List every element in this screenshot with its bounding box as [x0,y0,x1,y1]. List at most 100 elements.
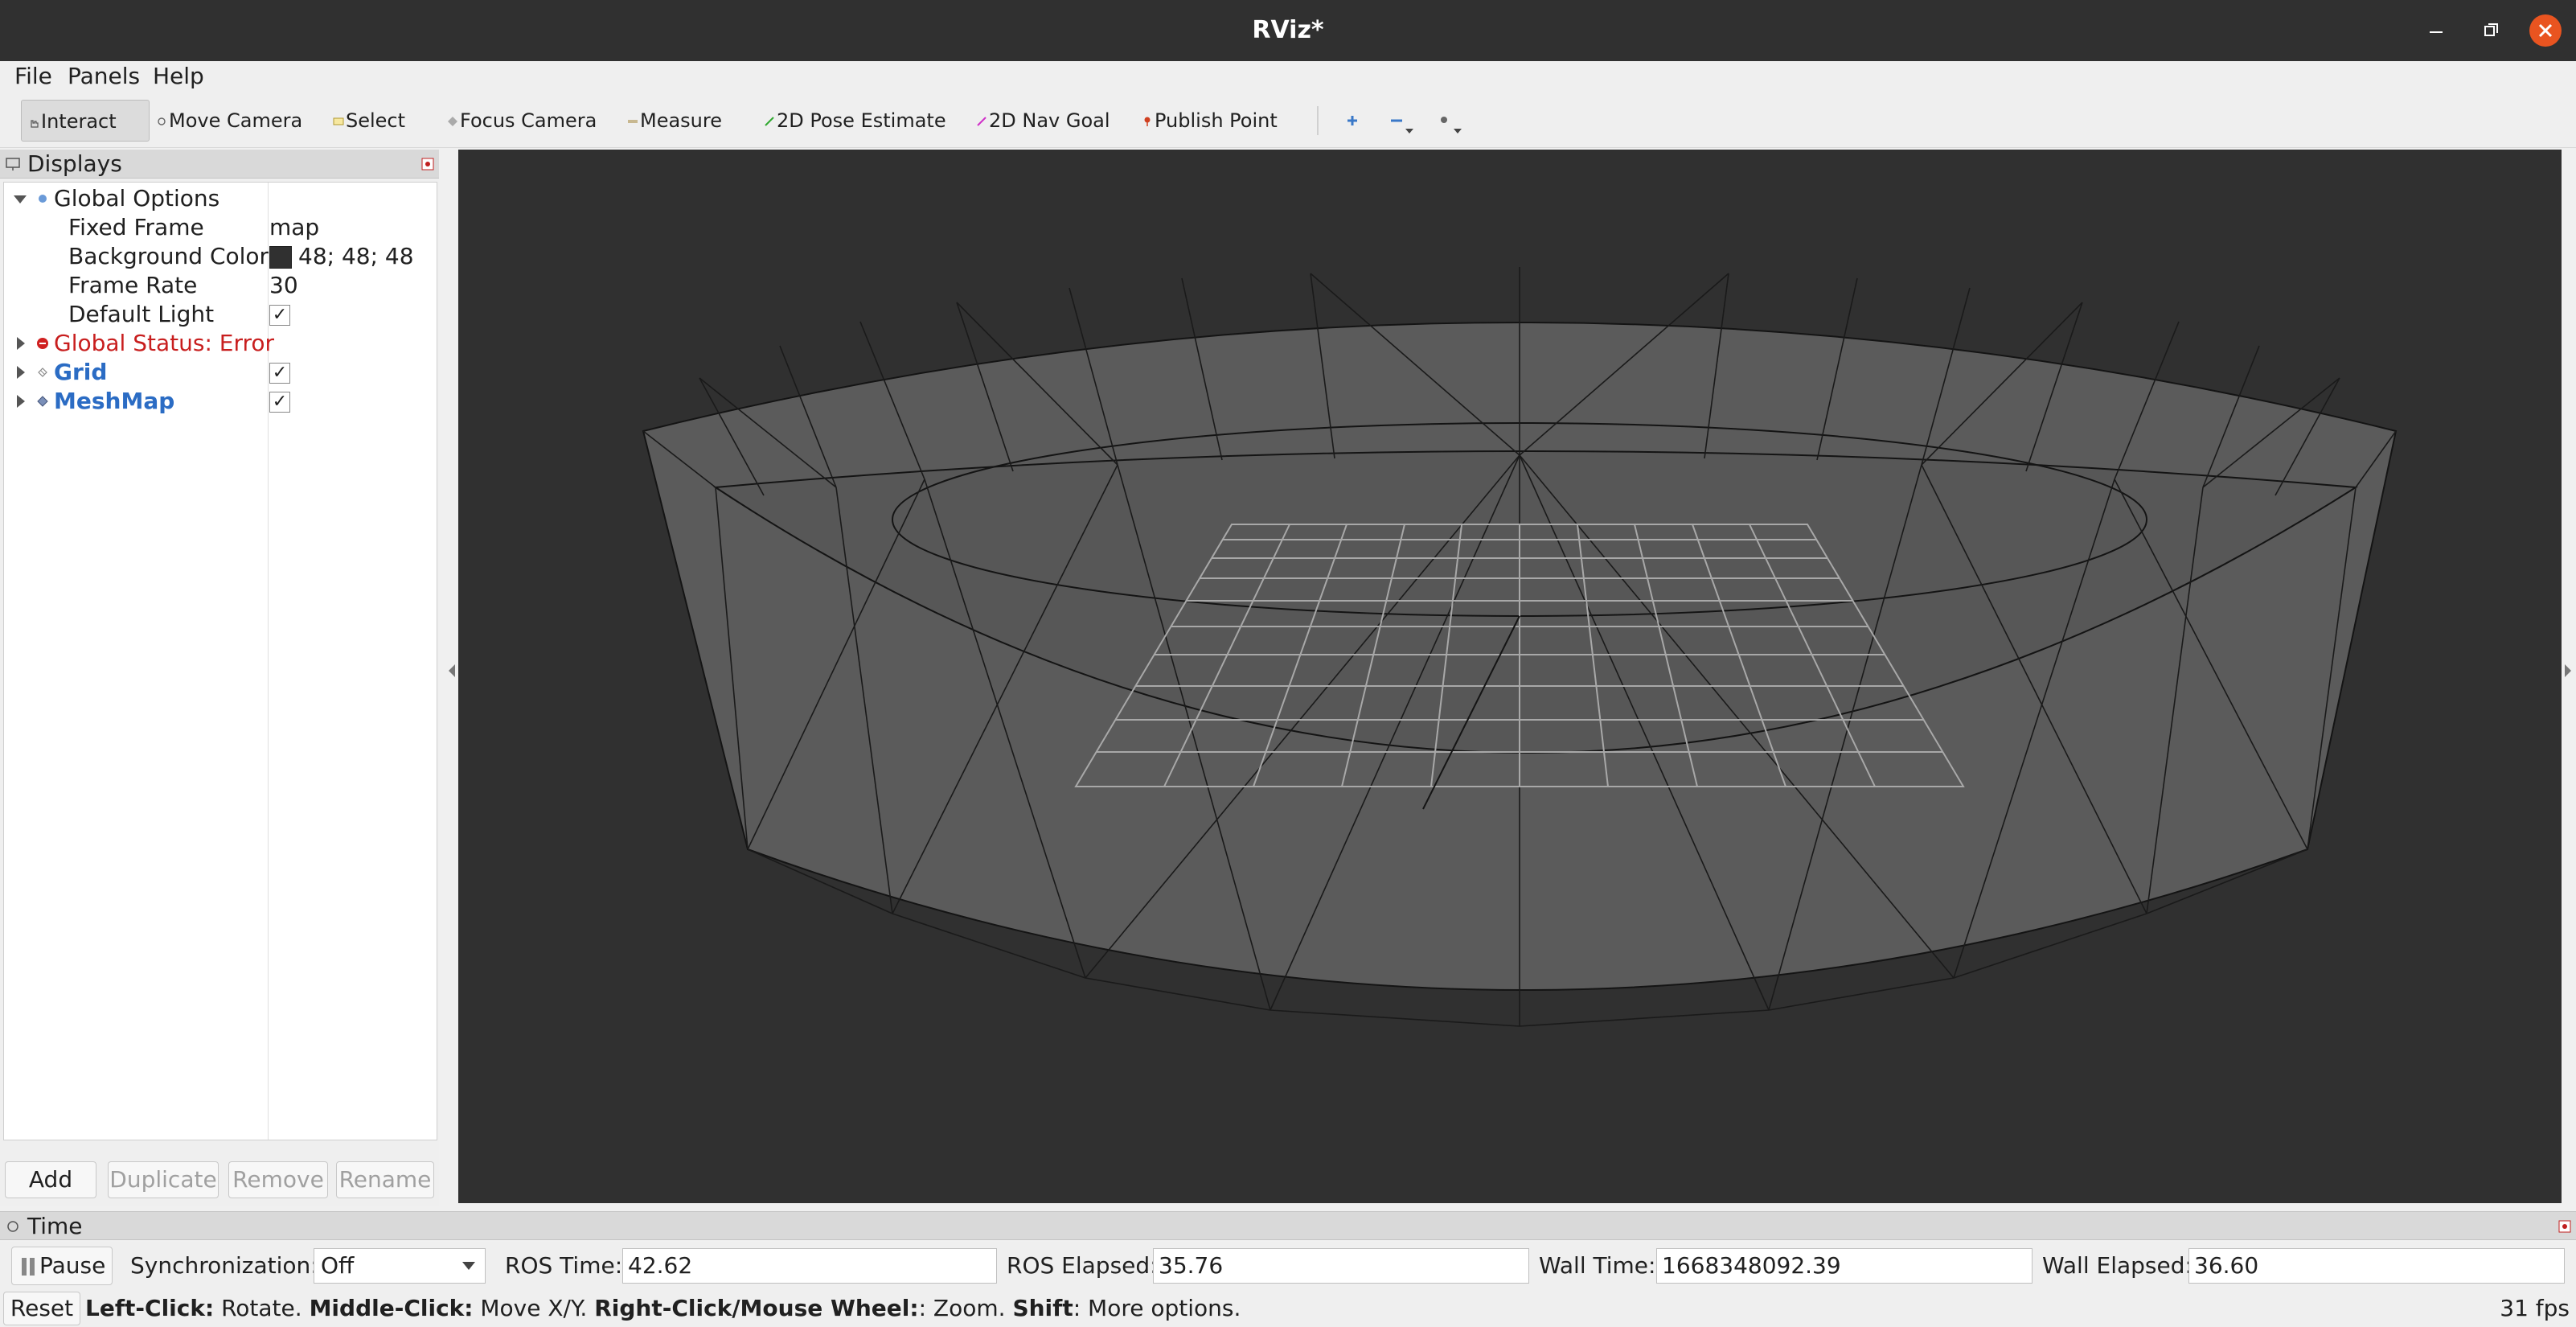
add-tool-button[interactable] [1338,100,1367,142]
focus-camera-label: Focus Camera [460,109,597,132]
hint-left-text: Rotate. [214,1295,310,1321]
expand-arrow-icon[interactable] [17,337,25,350]
default-light-checkbox[interactable]: ✓ [269,305,290,326]
ros-time-field[interactable]: 42.62 [622,1248,997,1284]
mouse-hint-text: Left-Click: Rotate. Middle-Click: Move X… [85,1290,1241,1327]
focus-camera-tool-button[interactable]: Focus Camera [441,100,601,142]
clock-icon [7,1221,18,1232]
measure-label: Measure [640,109,722,132]
global-options-row[interactable]: Global Options [4,184,437,213]
background-color-value[interactable]: 48; 48; 48 [269,242,414,271]
frame-rate-row[interactable]: Frame Rate 30 [4,271,437,300]
nav-goal-tool-button[interactable]: 2D Nav Goal [970,100,1115,142]
hint-middle-key: Middle-Click: [309,1295,474,1321]
fixed-frame-label: Fixed Frame [68,214,204,240]
default-light-label: Default Light [68,301,215,327]
close-button[interactable] [2529,14,2562,47]
map-pin-icon [1144,117,1151,126]
wall-time-field[interactable]: 1668348092.39 [1656,1248,2032,1284]
meshmap-display-row[interactable]: MeshMap ✓ [4,387,437,416]
measure-tool-button[interactable]: Measure [621,100,727,142]
add-display-button[interactable]: Add [5,1161,96,1198]
panel-close-icon[interactable] [2558,1220,2571,1233]
ros-elapsed-label: ROS Elapsed: [1007,1252,1158,1279]
ros-elapsed-field[interactable]: 35.76 [1153,1248,1529,1284]
time-panel: Pause Synchronization: Off ROS Time: 42.… [0,1242,2576,1290]
magenta-arrow-icon [977,117,987,126]
move-camera-icon [158,117,166,125]
color-swatch[interactable] [269,246,292,269]
hint-shift-text: : More options. [1073,1295,1241,1321]
background-color-text: 48; 48; 48 [298,243,414,269]
ros-time-label: ROS Time: [505,1252,623,1279]
meshmap-display-label: MeshMap [54,388,175,414]
chevron-down-icon [462,1262,475,1270]
remove-display-button[interactable]: Remove [228,1161,328,1198]
right-splitter-handle[interactable] [2565,664,2571,677]
publish-point-label: Publish Point [1155,109,1278,132]
select-tool-button[interactable]: Select [326,100,410,142]
minimize-button[interactable] [2420,14,2452,47]
interact-label: Interact [41,110,117,133]
expand-arrow-icon[interactable] [17,395,25,408]
grid-display-row[interactable]: Grid ✓ [4,358,437,387]
displays-title: Displays [27,150,122,177]
meshmap-enabled-checkbox[interactable]: ✓ [269,392,290,413]
sync-select[interactable]: Off [314,1248,486,1284]
publish-point-tool-button[interactable]: Publish Point [1135,100,1282,142]
background-color-label: Background Color [68,243,269,269]
wall-elapsed-field[interactable]: 36.60 [2188,1248,2565,1284]
frame-rate-value[interactable]: 30 [269,271,298,300]
camera-type-button[interactable] [1430,100,1465,142]
mesh-icon [37,396,48,407]
duplicate-display-button[interactable]: Duplicate [108,1161,219,1198]
maximize-button[interactable] [2475,14,2507,47]
move-camera-tool-button[interactable]: Move Camera [150,100,307,142]
reset-button[interactable]: Reset [3,1292,80,1325]
hint-right-key: Right-Click/Mouse Wheel: [594,1295,919,1321]
left-splitter-handle[interactable] [449,664,455,677]
frame-rate-label: Frame Rate [68,272,198,298]
settings-dot-icon [39,195,47,203]
grid-icon [38,368,47,377]
fps-counter: 31 fps [2500,1295,2570,1321]
plus-icon [1347,116,1357,125]
render-viewport[interactable] [458,150,2562,1203]
hint-shift-key: Shift [1012,1295,1073,1321]
global-status-label: Global Status: Error [54,330,275,356]
title-bar: RViz* [0,0,2576,61]
pose-estimate-label: 2D Pose Estimate [777,109,946,132]
sync-label: Synchronization: [130,1252,318,1279]
default-light-row[interactable]: Default Light ✓ [4,300,437,329]
grid-enabled-checkbox[interactable]: ✓ [269,363,290,384]
grid-display-label: Grid [54,359,108,385]
remove-tool-button[interactable] [1381,100,1417,142]
panel-close-icon[interactable] [421,158,434,170]
wall-elapsed-label: Wall Elapsed: [2042,1252,2192,1279]
fixed-frame-row[interactable]: Fixed Frame map [4,213,437,242]
menu-file[interactable]: File [14,61,52,92]
move-camera-label: Move Camera [169,109,303,132]
interact-tool-button[interactable]: Interact [21,100,150,142]
restore-icon [2484,23,2498,36]
time-panel-title: Time [27,1213,83,1239]
sync-value: Off [321,1252,355,1279]
displays-header: Displays [0,150,439,179]
pose-estimate-tool-button[interactable]: 2D Pose Estimate [757,100,951,142]
background-color-row[interactable]: Background Color 48; 48; 48 [4,242,437,271]
hand-pointer-icon [31,120,39,128]
pause-button[interactable]: Pause [11,1247,113,1285]
fixed-frame-value[interactable]: map [269,213,319,242]
menu-panels[interactable]: Panels [68,61,140,92]
monitor-icon [6,158,20,170]
time-panel-header: Time [0,1211,2576,1240]
rename-display-button[interactable]: Rename [336,1161,434,1198]
menu-help[interactable]: Help [153,61,204,92]
expand-arrow-icon[interactable] [17,366,25,379]
toolbar: Interact Move Camera Select Focus Camera… [0,92,2576,148]
expand-arrow-icon[interactable] [14,195,27,203]
global-status-row[interactable]: Global Status: Error [4,329,437,358]
hint-right-text: : Zoom. [918,1295,1013,1321]
nav-goal-label: 2D Nav Goal [989,109,1110,132]
hint-left-key: Left-Click: [85,1295,215,1321]
